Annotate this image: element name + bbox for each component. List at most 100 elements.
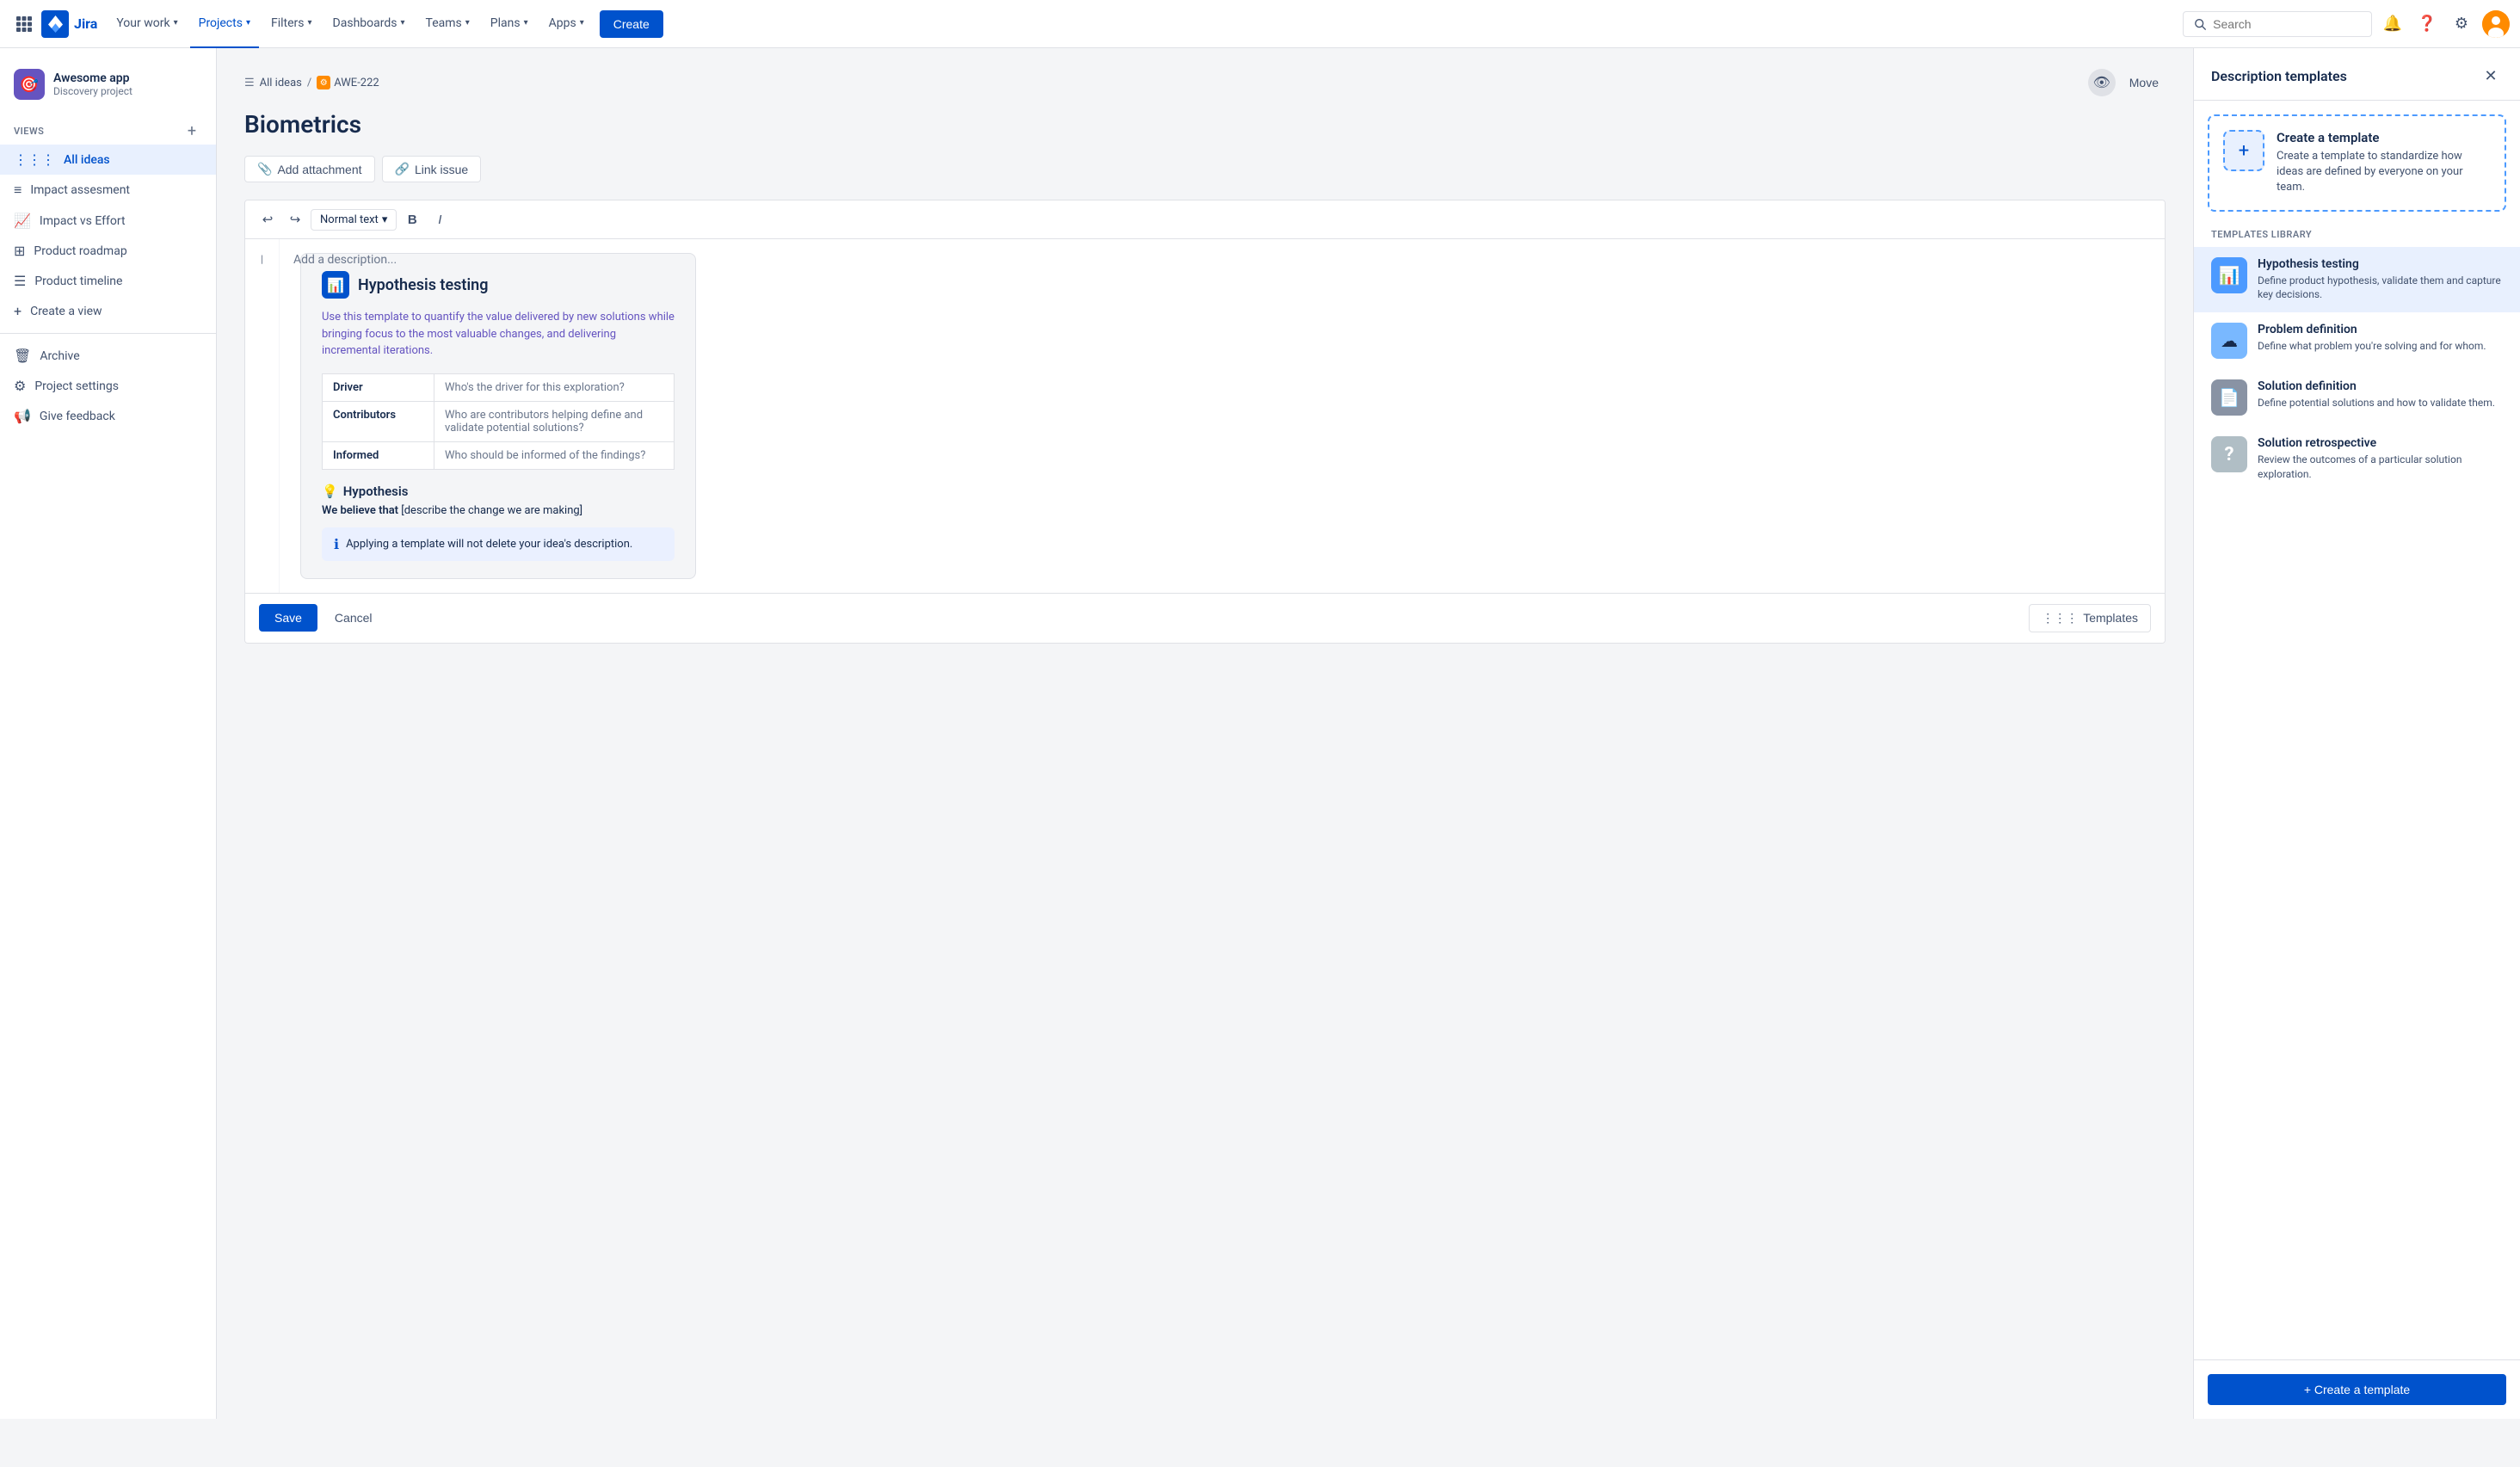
watch-button[interactable]: 👁 [2088, 69, 2116, 96]
sidebar-item-product-roadmap[interactable]: ⊞ Product roadmap [0, 236, 216, 266]
settings-icon: ⚙ [14, 378, 26, 394]
info-text: Applying a template will not delete your… [346, 538, 632, 551]
template-lib-title: Solution definition [2258, 379, 2495, 393]
link-issue-button[interactable]: 🔗 Link issue [382, 156, 482, 182]
table-cell-value: Who are contributors helping define and … [434, 401, 675, 441]
create-button[interactable]: Create [600, 10, 663, 38]
nav-teams[interactable]: Teams ▾ [417, 0, 478, 48]
settings-button[interactable]: ⚙ [2448, 10, 2475, 38]
bold-button[interactable]: B [400, 207, 424, 231]
table-cell-value: Who's the driver for this exploration? [434, 373, 675, 401]
all-ideas-icon: ⋮⋮⋮ [14, 151, 55, 168]
info-icon: ℹ [334, 536, 339, 552]
breadcrumb: ☰ All ideas / ⚙ AWE-222 👁 Move [244, 69, 2166, 96]
nav-filters[interactable]: Filters ▾ [262, 0, 321, 48]
impact-effort-icon: 📈 [14, 213, 31, 229]
create-template-card[interactable]: + Create a template Create a template to… [2208, 114, 2506, 212]
undo-button[interactable]: ↩ [256, 207, 280, 231]
template-description: Use this template to quantify the value … [322, 309, 675, 360]
action-buttons: 📎 Add attachment 🔗 Link issue [244, 156, 2166, 182]
italic-button[interactable]: I [428, 207, 452, 231]
hypothesis-section: 💡 Hypothesis We believe that [describe t… [322, 484, 675, 517]
save-button[interactable]: Save [259, 604, 317, 632]
grid-menu-button[interactable] [10, 10, 38, 38]
breadcrumb-all-ideas[interactable]: All ideas [260, 77, 302, 89]
sidebar-item-project-settings[interactable]: ⚙ Project settings [0, 371, 216, 401]
attachment-icon: 📎 [257, 162, 272, 176]
template-lib-info: Solution retrospective Review the outcom… [2258, 436, 2503, 482]
template-preview: 📊 Hypothesis testing Use this template t… [300, 253, 696, 579]
breadcrumb-menu-icon: ☰ [244, 77, 255, 89]
templates-button[interactable]: ⋮⋮⋮ Templates [2029, 604, 2151, 632]
help-button[interactable]: ❓ [2413, 10, 2441, 38]
panel-header: Description templates ✕ [2194, 48, 2520, 101]
editor-container: ↩ ↪ Normal text ▾ B I | Add a descriptio… [244, 200, 2166, 644]
sidebar-item-label: All ideas [64, 153, 110, 167]
search-input[interactable] [2213, 17, 2361, 31]
template-lib-item-problem[interactable]: ☁ Problem definition Define what problem… [2194, 312, 2520, 369]
right-panel: Description templates ✕ + Create a templ… [2193, 48, 2520, 1419]
sidebar-item-label: Product timeline [34, 274, 122, 288]
template-lib-info: Problem definition Define what problem y… [2258, 323, 2486, 354]
chevron-down-icon: ▾ [524, 18, 528, 28]
template-preview-header: 📊 Hypothesis testing [322, 271, 675, 299]
nav-projects[interactable]: Projects ▾ [190, 0, 259, 48]
sidebar-item-archive[interactable]: 🗑 Archive [0, 341, 216, 371]
nav-plans[interactable]: Plans ▾ [482, 0, 537, 48]
template-lib-item-solution-def[interactable]: 📄 Solution definition Define potential s… [2194, 369, 2520, 426]
text-style-select[interactable]: Normal text ▾ [311, 209, 397, 231]
notifications-button[interactable]: 🔔 [2379, 10, 2406, 38]
table-cell-label: Contributors [323, 401, 434, 441]
sidebar: 🎯 Awesome app Discovery project VIEWS + … [0, 48, 217, 1419]
sidebar-item-create-view[interactable]: + Create a view [0, 296, 216, 326]
nav-dashboards[interactable]: Dashboards ▾ [324, 0, 414, 48]
editor-footer: Save Cancel ⋮⋮⋮ Templates [245, 593, 2165, 643]
nav-apps[interactable]: Apps ▾ [540, 0, 593, 48]
views-label: VIEWS [14, 126, 44, 137]
chevron-down-icon: ▾ [308, 18, 312, 28]
link-icon: 🔗 [395, 162, 410, 176]
template-icon: 📊 [322, 271, 349, 299]
bulb-icon: 💡 [322, 484, 338, 499]
solution-retro-template-icon: ? [2211, 436, 2247, 472]
chevron-down-icon: ▾ [174, 18, 178, 28]
user-avatar[interactable] [2482, 10, 2510, 38]
table-row: Contributors Who are contributors helpin… [323, 401, 675, 441]
breadcrumb-separator: / [307, 77, 311, 89]
template-lib-item-solution-retro[interactable]: ? Solution retrospective Review the outc… [2194, 426, 2520, 492]
editor-body: | Add a description... 📊 Hypothesis test… [245, 239, 2165, 593]
breadcrumb-issue-link[interactable]: AWE-222 [334, 77, 379, 89]
templates-icon: ⋮⋮⋮ [2042, 611, 2078, 626]
template-lib-desc: Review the outcomes of a particular solu… [2258, 453, 2503, 482]
cancel-button[interactable]: Cancel [324, 604, 383, 632]
sidebar-item-product-timeline[interactable]: ☰ Product timeline [0, 266, 216, 296]
add-attachment-button[interactable]: 📎 Add attachment [244, 156, 375, 182]
template-lib-desc: Define what problem you're solving and f… [2258, 339, 2486, 354]
search-bar[interactable] [2183, 11, 2372, 37]
search-icon [2194, 17, 2206, 31]
sidebar-item-impact-assessment[interactable]: ≡ Impact assesment [0, 175, 216, 206]
add-view-button[interactable]: + [182, 120, 202, 141]
template-table: Driver Who's the driver for this explora… [322, 373, 675, 470]
project-name: Awesome app [53, 71, 132, 85]
template-info-bar: ℹ Applying a template will not delete yo… [322, 527, 675, 561]
hypothesis-template-icon: 📊 [2211, 257, 2247, 293]
template-lib-item-hypothesis[interactable]: 📊 Hypothesis testing Define product hypo… [2194, 247, 2520, 313]
editor-main[interactable]: Add a description... 📊 Hypothesis testin… [280, 239, 2165, 593]
sidebar-item-all-ideas[interactable]: ⋮⋮⋮ All ideas [0, 145, 216, 175]
nav-your-work[interactable]: Your work ▾ [108, 0, 186, 48]
sidebar-item-label: Archive [40, 349, 79, 363]
sidebar-item-label: Impact assesment [30, 183, 130, 197]
table-cell-label: Informed [323, 441, 434, 469]
create-template-desc: Create a template to standardize how ide… [2277, 149, 2491, 196]
gutter-marker: | [261, 253, 263, 265]
feedback-icon: 📢 [14, 408, 31, 424]
sidebar-item-impact-effort[interactable]: 📈 Impact vs Effort [0, 206, 216, 236]
jira-logo[interactable]: Jira [41, 10, 97, 38]
sidebar-item-give-feedback[interactable]: 📢 Give feedback [0, 401, 216, 431]
template-lib-info: Solution definition Define potential sol… [2258, 379, 2495, 410]
panel-close-button[interactable]: ✕ [2479, 64, 2503, 88]
move-button[interactable]: Move [2123, 72, 2166, 93]
panel-create-template-button[interactable]: + Create a template [2208, 1374, 2506, 1405]
redo-button[interactable]: ↪ [283, 207, 307, 231]
